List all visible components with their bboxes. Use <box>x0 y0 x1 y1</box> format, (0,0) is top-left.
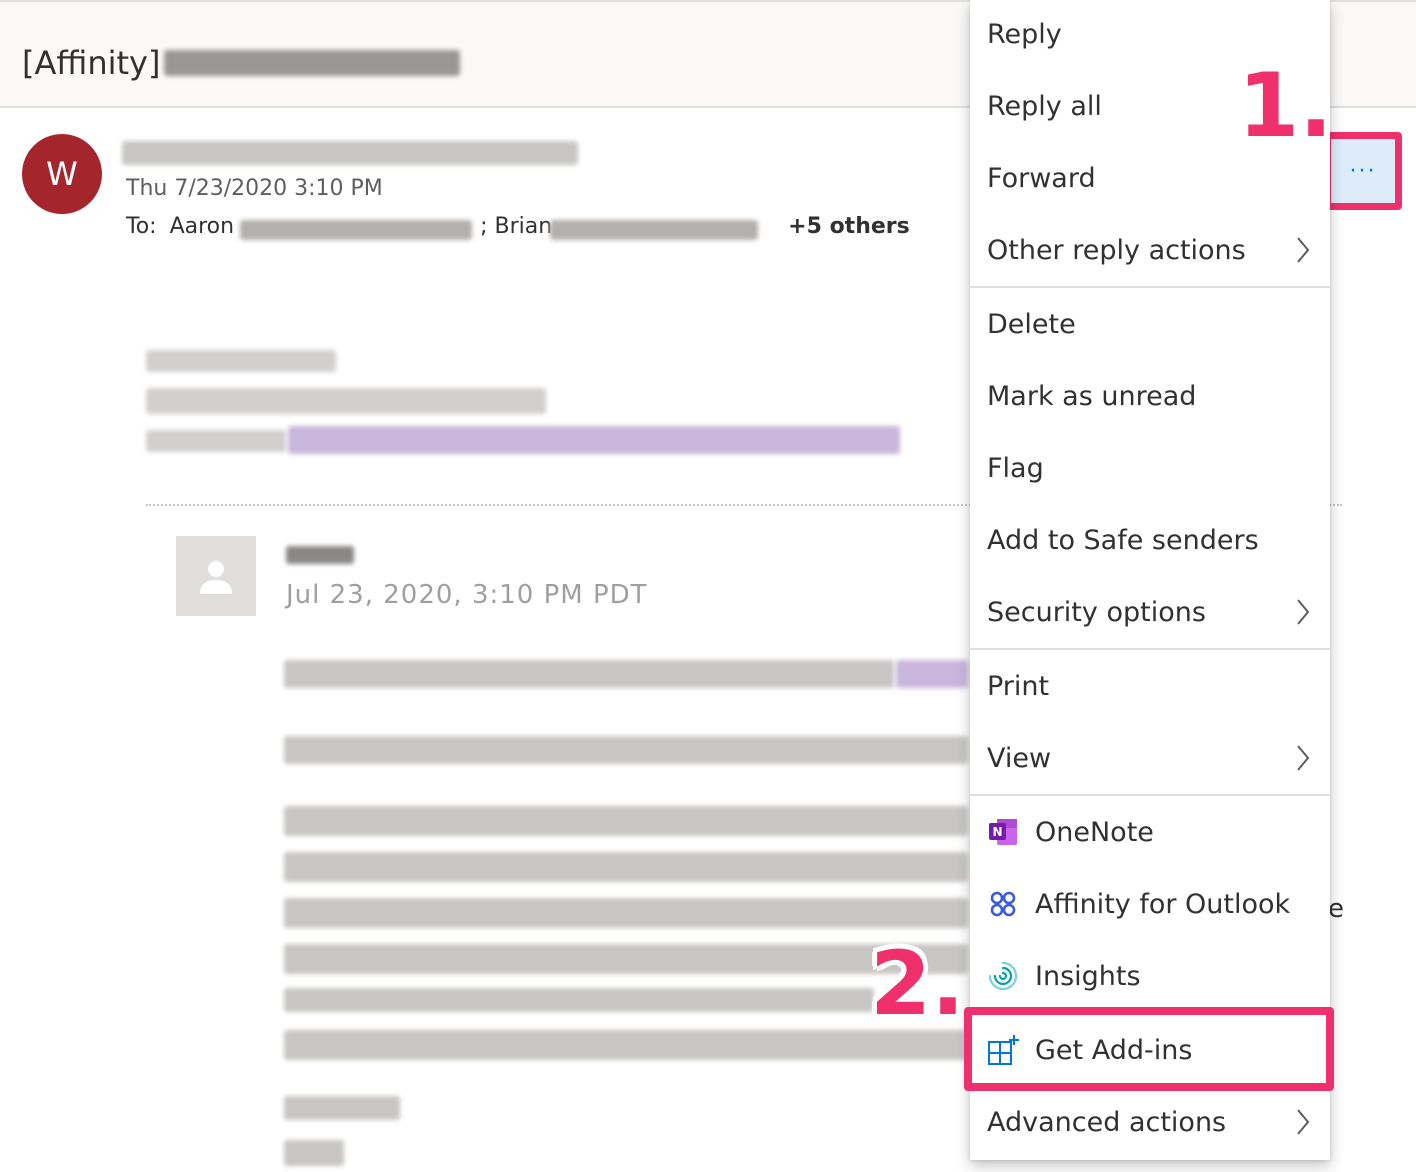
redacted-quoted-name <box>286 546 354 564</box>
onenote-icon: N <box>987 816 1019 848</box>
recipient-brian[interactable]: ; Brian <box>480 214 552 239</box>
menu-item-affinity[interactable]: Affinity for Outlook <box>970 868 1330 940</box>
redacted-recipient-2 <box>550 220 758 240</box>
get-add-ins-highlight <box>964 1007 1334 1091</box>
step-1-annotation: 1. <box>1238 54 1333 157</box>
email-subject: [Affinity] <box>22 44 161 82</box>
redacted-body-line <box>284 806 968 836</box>
menu-item-insights[interactable]: Insights <box>970 940 1330 1012</box>
menu-item-security-options[interactable]: Security options <box>970 576 1330 648</box>
redacted-body-line <box>284 898 968 928</box>
redacted-body-line <box>146 430 286 452</box>
menu-item-label: Insights <box>1035 960 1141 992</box>
svg-text:N: N <box>992 825 1002 839</box>
menu-item-label: Print <box>987 670 1050 702</box>
menu-item-label: Mark as unread <box>987 380 1197 412</box>
menu-item-print[interactable]: Print <box>970 650 1330 722</box>
menu-item-label: OneNote <box>1035 816 1154 848</box>
menu-item-label: Flag <box>987 452 1044 484</box>
menu-item-label: View <box>987 742 1052 774</box>
menu-item-label: Other reply actions <box>987 234 1246 266</box>
menu-item-view[interactable]: View <box>970 722 1330 794</box>
insights-icon <box>987 960 1019 992</box>
redacted-link <box>288 426 900 454</box>
redacted-body-line <box>146 350 336 372</box>
more-recipients-link[interactable]: +5 others <box>788 214 910 239</box>
chevron-right-icon <box>1297 599 1310 625</box>
recipient-aaron[interactable]: Aaron <box>170 214 235 239</box>
redacted-body-line <box>284 944 968 974</box>
menu-item-other-reply-actions[interactable]: Other reply actions <box>970 214 1330 286</box>
to-label: To: <box>126 214 157 239</box>
menu-item-mark-unread[interactable]: Mark as unread <box>970 360 1330 432</box>
step-2-annotation: 2. <box>870 932 965 1035</box>
menu-item-label: Advanced actions <box>987 1106 1227 1138</box>
redacted-subject <box>164 50 460 76</box>
menu-item-label: Reply all <box>987 90 1102 122</box>
more-actions-button[interactable]: ··· <box>1331 139 1395 203</box>
menu-item-label: Delete <box>987 308 1076 340</box>
menu-item-label: Affinity for Outlook <box>1035 888 1291 920</box>
redacted-link <box>896 660 968 688</box>
redacted-body-line <box>284 988 874 1012</box>
redacted-body-line <box>284 852 968 882</box>
sender-avatar[interactable]: W <box>22 134 102 214</box>
affinity-icon <box>987 888 1019 920</box>
redacted-body-line <box>284 1140 344 1166</box>
chevron-right-icon <box>1297 237 1310 263</box>
redacted-body-line <box>284 1030 968 1060</box>
more-actions-menu: Reply Reply all Forward Other reply acti… <box>970 0 1330 1160</box>
chevron-right-icon <box>1297 745 1310 771</box>
sent-date: Thu 7/23/2020 3:10 PM <box>126 176 383 201</box>
redacted-body-line <box>284 660 894 688</box>
menu-item-delete[interactable]: Delete <box>970 288 1330 360</box>
redacted-sender-name <box>122 141 578 165</box>
quoted-date: Jul 23, 2020, 3:10 PM PDT <box>286 580 648 610</box>
redacted-body-line <box>284 1096 400 1120</box>
menu-item-add-safe-senders[interactable]: Add to Safe senders <box>970 504 1330 576</box>
menu-item-label: Add to Safe senders <box>987 524 1259 556</box>
redacted-recipient-1 <box>240 220 472 240</box>
redacted-body-line <box>146 388 546 414</box>
menu-item-advanced-actions[interactable]: Advanced actions <box>970 1086 1330 1158</box>
more-actions-highlight: ··· <box>1324 132 1402 210</box>
menu-item-label: Reply <box>987 18 1062 50</box>
quoted-sender-avatar <box>176 536 256 616</box>
menu-item-flag[interactable]: Flag <box>970 432 1330 504</box>
menu-item-label: Forward <box>987 162 1096 194</box>
partial-text: e <box>1328 894 1344 924</box>
menu-item-label: Security options <box>987 596 1206 628</box>
redacted-body-line <box>284 736 968 764</box>
more-dots-icon: ··· <box>1349 158 1377 184</box>
person-icon <box>200 561 232 594</box>
menu-item-onenote[interactable]: N OneNote <box>970 796 1330 868</box>
chevron-right-icon <box>1297 1109 1310 1135</box>
